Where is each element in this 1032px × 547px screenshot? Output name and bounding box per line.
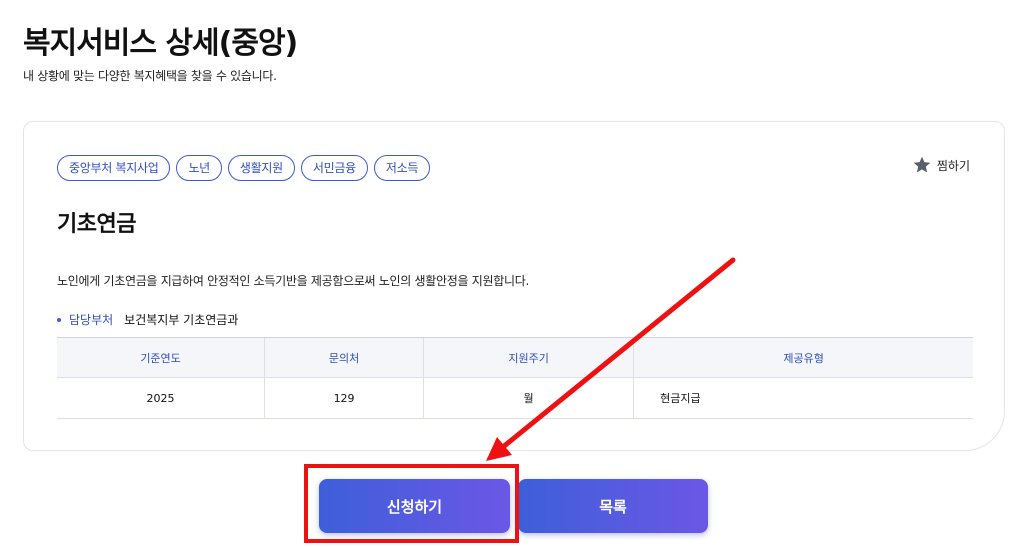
list-button[interactable]: 목록 — [518, 479, 708, 533]
favorite-label: 찜하기 — [936, 158, 970, 173]
table-header-row: 기준연도 문의처 지원주기 제공유형 — [57, 337, 973, 378]
star-icon — [913, 156, 931, 173]
cell-support-cycle: 월 — [423, 377, 634, 419]
service-name: 기초연금 — [57, 212, 136, 237]
cell-base-year: 2025 — [57, 377, 265, 419]
cell-provision-type: 현금지급 — [633, 377, 973, 419]
service-detail-card: 중앙부처 복지사업 노년 생활지원 서민금융 저소득 찜하기 기초연금 노인에게… — [23, 121, 1005, 451]
department-info: 담당부처 보건복지부 기초연금과 — [57, 311, 238, 328]
service-info-table: 기준연도 문의처 지원주기 제공유형 2025 129 월 현금지급 — [57, 337, 973, 419]
page-title: 복지서비스 상세(중앙) — [23, 26, 298, 61]
header-contact: 문의처 — [264, 337, 424, 378]
header-provision-type: 제공유형 — [633, 337, 973, 378]
department-label: 담당부처 — [69, 313, 114, 327]
header-support-cycle: 지원주기 — [423, 337, 634, 378]
cell-contact: 129 — [264, 377, 424, 419]
tag-old-age[interactable]: 노년 — [176, 155, 222, 181]
page-subtitle: 내 상황에 맞는 다양한 복지혜택을 찾을 수 있습니다. — [23, 69, 277, 83]
tag-living-support[interactable]: 생활지원 — [227, 155, 295, 181]
department-value: 보건복지부 기초연금과 — [124, 313, 239, 327]
favorite-button[interactable]: 찜하기 — [912, 155, 970, 175]
table-row: 2025 129 월 현금지급 — [57, 377, 973, 419]
service-description: 노인에게 기초연금을 지급하여 안정적인 소득기반을 제공함으로써 노인의 생활… — [57, 274, 529, 288]
tag-low-income[interactable]: 저소득 — [373, 155, 431, 181]
tag-central-welfare[interactable]: 중앙부처 복지사업 — [57, 155, 171, 181]
header-base-year: 기준연도 — [57, 337, 265, 378]
tag-list: 중앙부처 복지사업 노년 생활지원 서민금융 저소득 — [57, 155, 431, 181]
apply-button[interactable]: 신청하기 — [319, 479, 510, 533]
tag-public-finance[interactable]: 서민금융 — [300, 155, 368, 181]
bullet-dot-icon — [57, 317, 61, 322]
